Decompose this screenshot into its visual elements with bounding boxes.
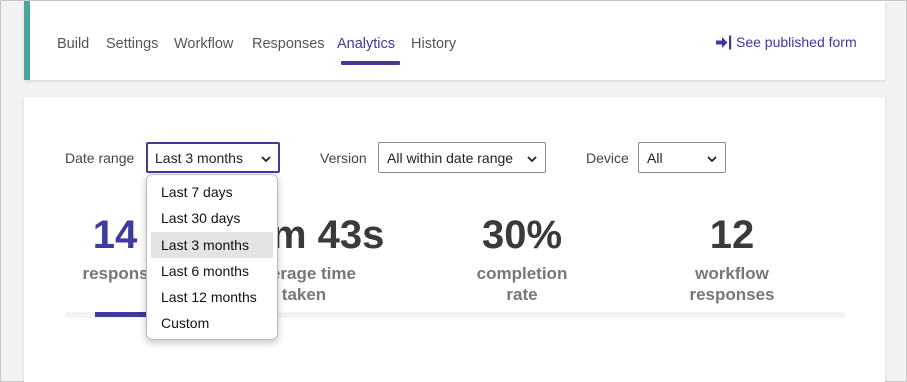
stat-completion-label: completion rate <box>476 264 568 304</box>
date-range-option[interactable]: Last 30 days <box>151 205 273 231</box>
form-nav-bar: Build Settings Workflow Responses Analyt… <box>24 1 885 80</box>
date-range-option[interactable]: Last 6 months <box>151 258 273 284</box>
stat-workflow-label: workflow responses <box>689 264 775 304</box>
date-range-option[interactable]: Last 12 months <box>151 284 273 310</box>
stat-completion-value: 30% <box>481 213 563 257</box>
stat-responses-value: 14 <box>92 213 138 257</box>
device-label: Device <box>586 150 629 166</box>
see-published-form-label: See published form <box>736 34 857 50</box>
tab-settings[interactable]: Settings <box>106 35 158 53</box>
date-range-label: Date range <box>65 150 135 166</box>
tab-responses[interactable]: Responses <box>252 35 325 53</box>
arrow-into-bar-icon <box>716 35 732 50</box>
stat-workflow-value: 12 <box>709 213 755 257</box>
tab-workflow[interactable]: Workflow <box>174 35 233 53</box>
active-tab-indicator <box>341 61 400 65</box>
tab-build[interactable]: Build <box>57 35 89 53</box>
chevron-down-icon <box>527 150 537 166</box>
chevron-down-icon <box>261 150 271 166</box>
version-label: Version <box>320 150 367 166</box>
version-select[interactable]: All within date range <box>378 142 546 173</box>
date-range-select[interactable]: Last 3 months <box>146 142 280 173</box>
tab-history[interactable]: History <box>411 35 456 53</box>
date-range-value: Last 3 months <box>155 149 243 166</box>
device-value: All <box>647 149 663 166</box>
date-range-option[interactable]: Last 7 days <box>151 179 273 205</box>
version-value: All within date range <box>387 149 514 166</box>
date-range-dropdown-menu: Last 7 days Last 30 days Last 3 months L… <box>146 174 278 340</box>
date-range-option[interactable]: Custom <box>151 310 273 336</box>
date-range-option-selected[interactable]: Last 3 months <box>151 231 273 258</box>
tab-analytics[interactable]: Analytics <box>337 35 395 53</box>
see-published-form-link[interactable]: See published form <box>716 34 857 50</box>
chevron-down-icon <box>707 150 717 166</box>
device-select[interactable]: All <box>638 142 726 173</box>
